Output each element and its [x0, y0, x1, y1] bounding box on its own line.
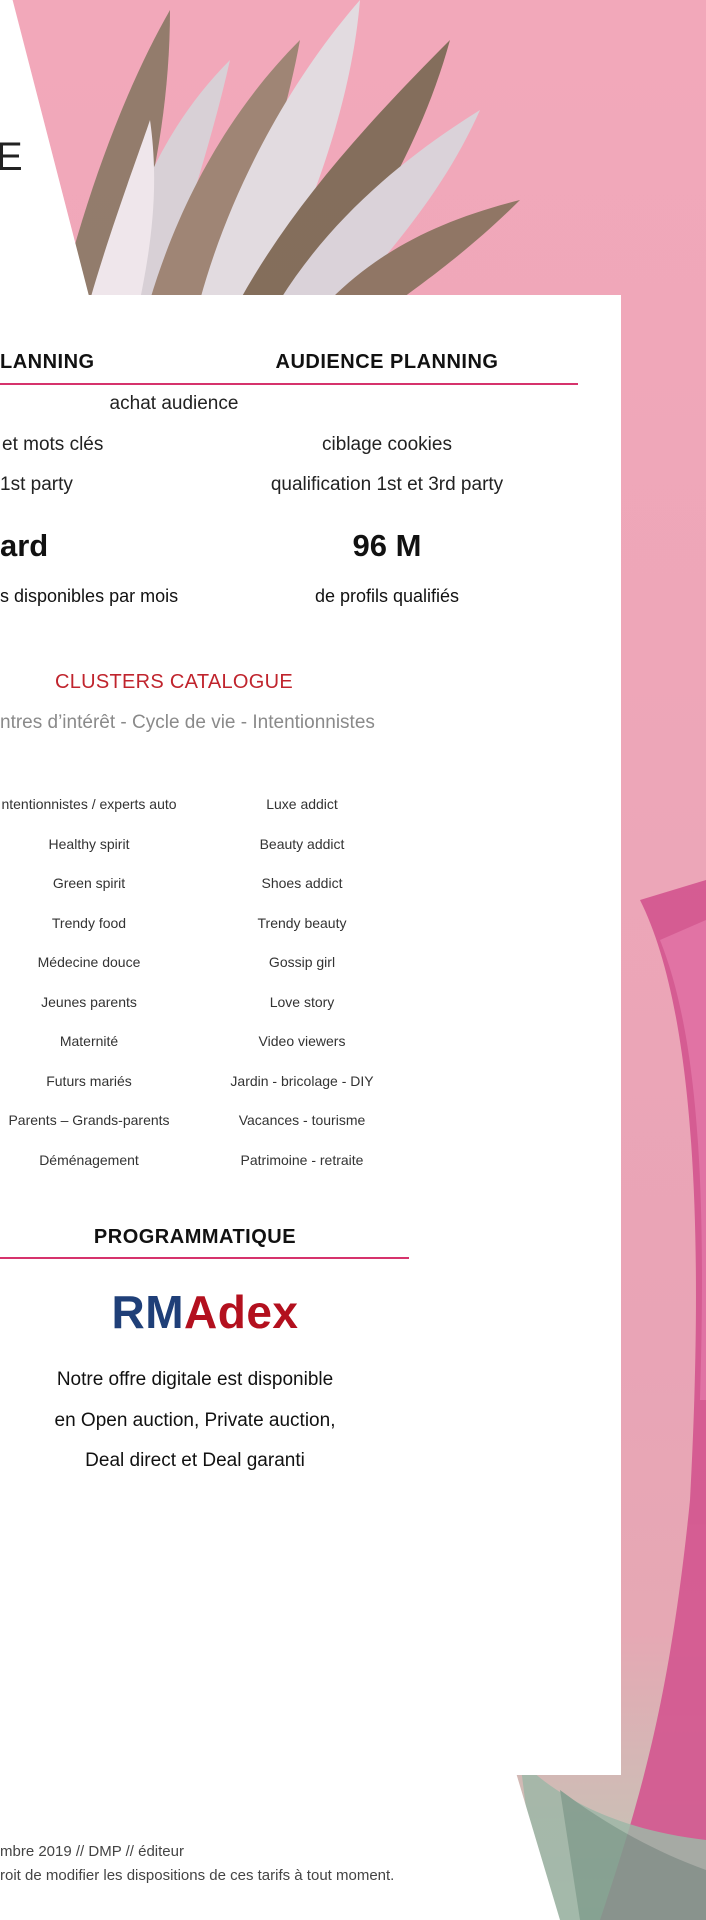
right-big-caption: de profils qualifiés [314, 586, 460, 606]
left-big-caption: s disponibles par mois [0, 586, 179, 606]
shared-line-text: achat audience [109, 393, 239, 414]
left-cluster-item: Green spirit [52, 875, 126, 891]
clusters-subtitle: ntres d’intérêt - Cycle de vie - Intenti… [0, 712, 375, 733]
left-cluster-item: Maternité [59, 1033, 119, 1049]
clusters-title: CLUSTERS CATALOGUE [54, 671, 294, 693]
left-big-value: ard [0, 528, 49, 563]
cut-off-title-letter: E [0, 135, 23, 179]
logo-adex-text: Adex [184, 1286, 299, 1338]
offer-line-3: Deal direct et Deal garanti [85, 1450, 305, 1471]
left-cluster-item: Déménagement [39, 1151, 139, 1168]
left-column-heading: LANNING [0, 351, 95, 373]
footer-line-2: roit de modifier les dispositions de ces… [0, 1867, 395, 1884]
rmadex-logo: RMAdex [111, 1285, 298, 1339]
right-cluster-item: Love story [269, 993, 335, 1010]
programmatique-heading: PROGRAMMATIQUE [93, 1226, 297, 1248]
right-cluster-item: Patrimoine - retraite [240, 1151, 364, 1168]
footer-line-1: mbre 2019 // DMP // éditeur [0, 1843, 184, 1860]
left-line-1: et mots clés [2, 434, 104, 455]
right-cluster-item: Gossip girl [268, 954, 336, 970]
programmatique-rule [0, 1257, 409, 1259]
left-cluster-item: Futurs mariés [46, 1072, 132, 1089]
heading-rule [0, 383, 578, 385]
right-cluster-item: Trendy beauty [257, 914, 347, 931]
left-cluster-item: Jeunes parents [41, 993, 137, 1010]
right-cluster-item: Video viewers [258, 1033, 346, 1049]
right-cluster-item: Luxe addict [266, 796, 338, 812]
left-cluster-item: Médecine douce [37, 954, 141, 970]
left-cluster-item: ntentionnistes / experts auto [1, 796, 177, 812]
right-cluster-item: Vacances - tourisme [238, 1112, 366, 1128]
right-line-2: qualification 1st et 3rd party [270, 474, 504, 495]
right-cluster-item: Shoes addict [261, 875, 343, 891]
right-column-heading: AUDIENCE PLANNING [275, 351, 499, 373]
left-cluster-item: Parents – Grands-parents [8, 1112, 170, 1128]
left-line-2: 1st party [0, 474, 73, 495]
right-cluster-item: Beauty addict [259, 835, 345, 852]
offer-line-1: Notre offre digitale est disponible [56, 1369, 334, 1390]
left-cluster-item: Trendy food [51, 914, 127, 931]
logo-rm-text: RM [111, 1286, 185, 1338]
offer-line-2: en Open auction, Private auction, [54, 1410, 336, 1431]
content-card: LANNING AUDIENCE PLANNING achat audience… [0, 295, 621, 1775]
right-cluster-item: Jardin - bricolage - DIY [230, 1072, 374, 1089]
right-line-1: ciblage cookies [322, 434, 452, 455]
right-big-value: 96 M [352, 528, 422, 563]
left-cluster-item: Healthy spirit [48, 835, 130, 852]
